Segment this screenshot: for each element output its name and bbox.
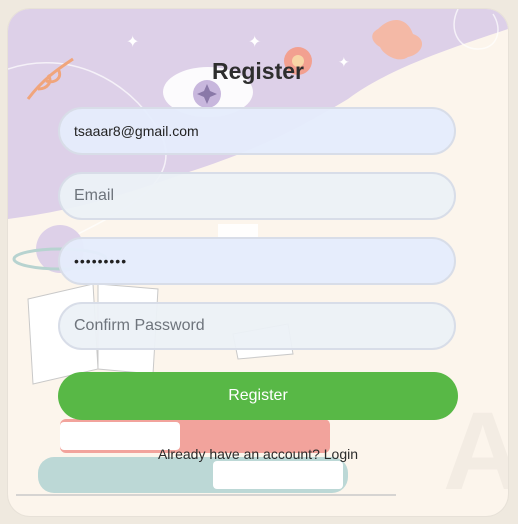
page-title: Register <box>211 58 305 84</box>
login-prompt-text: Already have an account? <box>157 446 320 462</box>
register-form: Register Register Already have an accoun… <box>8 9 508 516</box>
login-link[interactable]: Login <box>324 446 358 462</box>
password-field[interactable] <box>58 237 456 285</box>
register-card: ✦ ✦ ✦ A Register Register Already have a… <box>8 9 508 516</box>
confirm-password-field[interactable] <box>58 302 456 350</box>
username-field[interactable] <box>58 107 456 155</box>
email-field[interactable] <box>58 172 456 220</box>
login-prompt: Already have an account? Login <box>8 446 508 462</box>
register-button[interactable]: Register <box>58 372 458 420</box>
